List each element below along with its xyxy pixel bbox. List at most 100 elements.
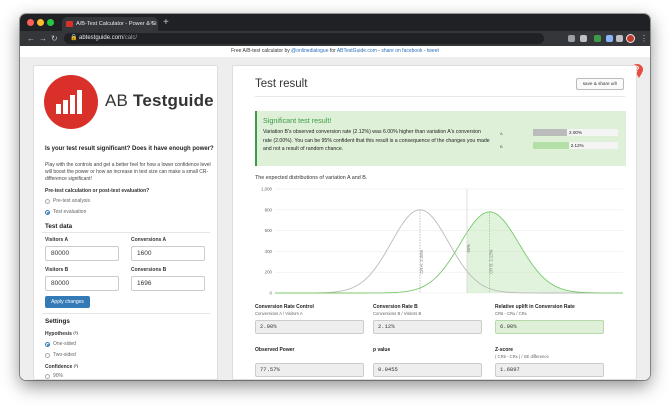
mean-label-a: CR A: 2.00% [419, 250, 424, 274]
profile-avatar[interactable] [626, 34, 635, 43]
address-bar[interactable]: 🔒 abtestguide.com/calc/ [64, 33, 544, 44]
divider [255, 96, 625, 97]
settings-title: Settings [45, 318, 70, 325]
stat-subtitle [255, 354, 364, 359]
close-tab-icon[interactable]: × [150, 17, 154, 31]
bookmark-star-icon[interactable] [580, 35, 587, 42]
radio-icon [45, 353, 50, 358]
apply-changes-button[interactable]: Apply changes [45, 296, 90, 308]
bar-a-track: 2.00% [533, 129, 618, 136]
page-content: Free A/B-test calculator by @onlinedialo… [20, 46, 650, 380]
stat-title: Relative uplift in Conversion Rate [495, 304, 575, 310]
stat-block: Observed Power 77.57% [255, 347, 364, 377]
y-tick-label: 0 [270, 291, 273, 296]
close-window-button[interactable] [27, 19, 34, 26]
distribution-chart: 1,000 800 600 400 200 0 CR A: 2.00% CR B: 2.12%… [261, 187, 623, 296]
maximize-window-button[interactable] [47, 19, 54, 26]
hypothesis-help-icon[interactable]: (?) [73, 331, 77, 335]
stat-title: Conversion Rate B [373, 304, 418, 310]
stat-block: Relative uplift in Conversion Rate CRʙ - … [495, 304, 604, 334]
stat-value: 1.6897 [495, 363, 604, 377]
tab-strip: A/B-Test Calculator - Power & Si × + [20, 14, 650, 31]
alert-text: Variation B's observed conversion rate (… [263, 129, 490, 152]
alert-title: Significant test result! [263, 116, 332, 125]
bar-a-value: 2.00% [569, 130, 583, 135]
stat-subtitle [373, 354, 482, 359]
stat-title: Z-score [495, 347, 514, 353]
stat-subtitle: Conversions A / Visitors A [255, 311, 303, 316]
radio-selected-icon [45, 210, 50, 215]
tweet-link[interactable]: tweet [427, 48, 439, 54]
url-host: abtestguide.com [79, 35, 124, 41]
visitors-b-input[interactable]: 80000 [45, 276, 119, 291]
visitors-b-label: Visitors B [45, 267, 69, 273]
stat-block: Conversion Rate B Conversions B / Visitor… [373, 304, 482, 334]
stat-value: 6.00% [495, 320, 604, 334]
significance-alert: Significant test result! Variation B's o… [255, 111, 626, 166]
onlinedialogue-link[interactable]: @onlinedialogue [291, 48, 328, 54]
top-banner: Free A/B-test calculator by @onlinedialo… [20, 46, 650, 57]
conversions-b-label: Conversions B [131, 267, 167, 273]
visitors-a-label: Visitors A [45, 237, 69, 243]
intro-description: Play with the controls and get a better … [45, 162, 211, 182]
browser-window: A/B-Test Calculator - Power & Si × + ← →… [20, 14, 650, 380]
intro-question: Is your test result significant? Does it… [45, 146, 214, 152]
threshold-label: 95% [466, 244, 471, 253]
stat-value: 2.12% [373, 320, 482, 334]
minimize-window-button[interactable] [37, 19, 44, 26]
conversions-a-label: Conversions A [131, 237, 167, 243]
test-data-title: Test data [45, 223, 73, 230]
radio-icon [45, 199, 50, 204]
share-facebook-link[interactable]: share on facebook [381, 48, 422, 54]
bar-b-value: 2.12% [570, 143, 584, 148]
stat-block: Conversion Rate Control Conversions A / V… [255, 304, 364, 334]
forward-icon[interactable]: → [39, 31, 47, 46]
stat-value: 2.00% [255, 320, 364, 334]
stat-subtitle: CRʙ - CRᴀ / CRᴀ [495, 311, 527, 316]
page-title: Test result [255, 78, 308, 90]
extension-shield-icon[interactable] [606, 35, 613, 42]
translate-icon[interactable] [568, 35, 575, 42]
y-tick-label: 1,000 [261, 187, 273, 192]
distribution-curve-b [275, 211, 623, 294]
bar-b-track: 2.12% [533, 142, 618, 149]
distribution-title: The expected distributions of variation … [255, 175, 368, 181]
reload-icon[interactable]: ↻ [51, 31, 58, 46]
bar-b-fill [533, 142, 569, 149]
input-panel: AB Testguide Is your test result signifi… [33, 65, 218, 380]
conversions-b-input[interactable]: 1696 [131, 276, 205, 291]
hypothesis-label: Hypothesis (?) [45, 331, 78, 337]
y-tick-label: 600 [265, 228, 273, 233]
stat-block: p value 0.0455 [373, 347, 482, 377]
divider [42, 313, 210, 314]
browser-menu-icon[interactable]: ⋮ [640, 31, 648, 46]
abtestguide-link[interactable]: ABTestGuide.com [337, 48, 377, 54]
visitors-a-input[interactable]: 80000 [45, 246, 119, 261]
extension-green-icon[interactable] [594, 35, 601, 42]
radio-icon [45, 374, 50, 379]
radio-selected-icon [45, 342, 50, 347]
stat-title: Observed Power [255, 347, 295, 353]
confidence-help-icon[interactable]: (?) [74, 364, 78, 368]
stat-title: Conversion Rate Control [255, 304, 314, 310]
browser-toolbar: ← → ↻ 🔒 abtestguide.com/calc/ ⋮ [20, 31, 650, 46]
lock-icon: 🔒 [70, 35, 78, 41]
mean-label-b: CR B: 2.12% [489, 249, 494, 273]
browser-tab[interactable]: A/B-Test Calculator - Power & Si × [62, 17, 158, 31]
back-icon[interactable]: ← [27, 31, 35, 46]
save-share-button[interactable]: save & share url! [576, 78, 624, 90]
result-panel: Test result save & share url! Significan… [232, 65, 637, 380]
y-tick-label: 800 [265, 207, 273, 212]
conversions-a-input[interactable]: 1600 [131, 246, 205, 261]
confidence-label: Confidence (?) [45, 364, 79, 370]
abtestguide-logo-icon [44, 75, 98, 129]
pre-post-label: Pre-test calculation or post-test evalua… [45, 188, 150, 194]
bar-b-label: B [500, 144, 503, 149]
stat-block: Z-score( CRʙ - CRᴀ ) / SE difference 1.68… [495, 347, 604, 377]
stat-title: p value [373, 347, 391, 353]
new-tab-icon[interactable]: + [163, 16, 169, 30]
y-tick-label: 400 [265, 249, 273, 254]
extension-puzzle-icon[interactable] [616, 35, 623, 42]
tab-title: A/B-Test Calculator - Power & Si [76, 21, 157, 27]
bar-a-fill [533, 129, 567, 136]
